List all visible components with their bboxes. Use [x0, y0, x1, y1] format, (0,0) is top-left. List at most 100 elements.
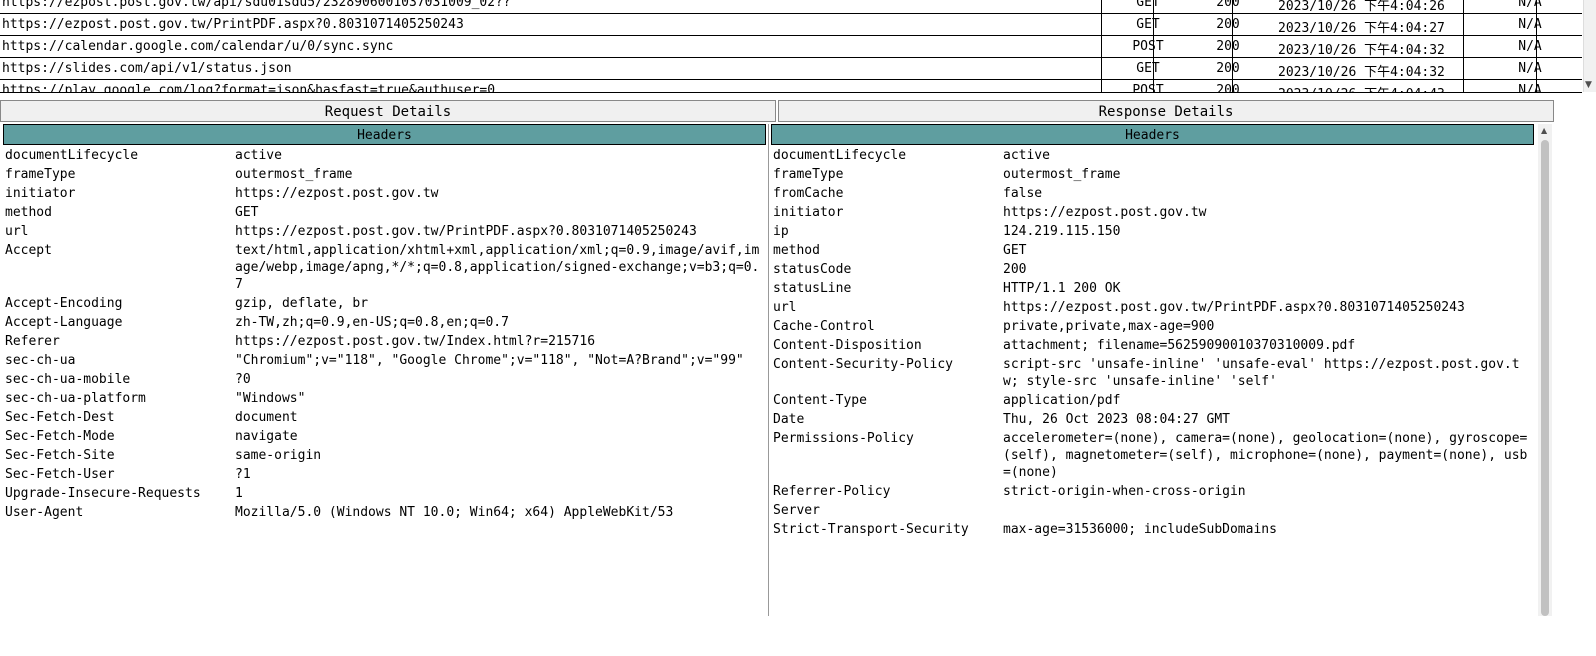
header-value: same-origin: [235, 448, 322, 463]
request-header-row: sec-ch-ua "Chromium";v="118", "Google Chr…: [3, 350, 766, 369]
request-header-row: Upgrade-Insecure-Requests 1: [3, 483, 766, 502]
header-value: ?1: [235, 467, 251, 482]
request-method: POST: [1132, 83, 1164, 93]
request-time: 2023/10/26 下午4:04:27: [1278, 21, 1445, 36]
response-details-panel: Headers documentLifecycle active frameType…: [771, 124, 1534, 616]
header-name: User-Agent: [5, 505, 84, 520]
header-value: "Windows": [235, 391, 306, 406]
request-header-row: method GET: [3, 202, 766, 221]
header-name: Upgrade-Insecure-Requests: [5, 486, 201, 501]
header-value: attachment; filename=5625909001037031000…: [1003, 338, 1356, 353]
header-name: Referrer-Policy: [773, 484, 891, 499]
request-header-row: Accept text/html,application/xhtml+xml,ap…: [3, 240, 766, 293]
request-row[interactable]: https://ezpost.post.gov.tw/api/sdu01sdu5…: [0, 0, 1582, 14]
header-name: documentLifecycle: [773, 148, 907, 163]
header-name: sec-ch-ua-mobile: [5, 372, 131, 387]
header-name: Server: [773, 503, 820, 518]
request-header-row: sec-ch-ua-platform "Windows": [3, 388, 766, 407]
request-list: https://ezpost.post.gov.tw/api/sdu01sdu5…: [0, 0, 1582, 93]
panel-divider: [768, 124, 769, 616]
response-header-row: initiator https://ezpost.post.gov.tw: [771, 202, 1534, 221]
response-header-row: url https://ezpost.post.gov.tw/PrintPDF.a…: [771, 297, 1534, 316]
header-name: statusLine: [773, 281, 852, 296]
request-header-row: Sec-Fetch-Mode navigate: [3, 426, 766, 445]
response-header-row: documentLifecycle active: [771, 145, 1534, 164]
request-row[interactable]: https://slides.com/api/v1/status.json GET…: [0, 58, 1582, 80]
response-header-row: frameType outermost_frame: [771, 164, 1534, 183]
request-time: 2023/10/26 下午4:04:43: [1278, 83, 1488, 92]
response-header-row: fromCache false: [771, 183, 1534, 202]
request-header-row: frameType outermost_frame: [3, 164, 766, 183]
header-value: accelerometer=(none), camera=(none), geo…: [1003, 431, 1528, 480]
header-name: url: [773, 300, 797, 315]
response-headers-list: documentLifecycle active frameType outermos…: [771, 145, 1534, 538]
request-status: 200: [1216, 0, 1240, 10]
response-header-row: Content-Disposition attachment; filename=…: [771, 335, 1534, 354]
response-header-row: Cache-Control private,private,max-age=900: [771, 316, 1534, 335]
request-headers-section-header: Headers: [3, 124, 766, 145]
scroll-down-arrow-icon[interactable]: ▼: [1585, 80, 1592, 90]
column-divider: [1101, 0, 1102, 92]
header-value: outermost_frame: [235, 167, 353, 182]
request-header-row: initiator https://ezpost.post.gov.tw: [3, 183, 766, 202]
header-value: https://ezpost.post.gov.tw: [1003, 205, 1207, 220]
header-value: GET: [1003, 243, 1027, 258]
header-value: false: [1003, 186, 1043, 201]
request-status: 200: [1216, 61, 1240, 76]
response-header-row: Content-Security-Policy script-src 'unsaf…: [771, 354, 1534, 390]
request-time: 2023/10/26 下午4:04:32: [1278, 43, 1445, 58]
details-scrollbar[interactable]: ▲: [1538, 124, 1552, 616]
header-name: method: [773, 243, 820, 258]
header-value: GET: [235, 205, 259, 220]
header-name: ip: [773, 224, 789, 239]
request-row[interactable]: https://play.google.com/log?format=json&…: [0, 80, 1582, 93]
response-header-row: Permissions-Policy accelerometer=(none), …: [771, 428, 1534, 481]
request-url: https://play.google.com/log?format=json&…: [2, 83, 496, 93]
header-name: Sec-Fetch-Site: [5, 448, 115, 463]
request-size: N/A: [1518, 61, 1542, 76]
request-row[interactable]: https://ezpost.post.gov.tw/PrintPDF.aspx…: [0, 14, 1582, 36]
header-value: text/html,application/xhtml+xml,applicat…: [235, 243, 760, 292]
response-header-row: Server: [771, 500, 1534, 519]
header-value: 124.219.115.150: [1003, 224, 1121, 239]
header-value: https://ezpost.post.gov.tw: [235, 186, 439, 201]
header-name: fromCache: [773, 186, 844, 201]
header-value: Mozilla/5.0 (Windows NT 10.0; Win64; x64…: [235, 505, 674, 520]
request-size: N/A: [1518, 17, 1542, 32]
header-name: Accept: [5, 243, 52, 258]
header-value: private,private,max-age=900: [1003, 319, 1215, 334]
scrollbar-thumb[interactable]: [1541, 140, 1549, 616]
request-url: https://calendar.google.com/calendar/u/0…: [2, 39, 394, 54]
request-method: GET: [1136, 17, 1160, 32]
scroll-up-arrow-icon[interactable]: ▲: [1541, 126, 1547, 135]
header-name: Content-Disposition: [773, 338, 922, 353]
header-value: HTTP/1.1 200 OK: [1003, 281, 1121, 296]
header-name: Referer: [5, 334, 60, 349]
request-header-row: Sec-Fetch-Dest document: [3, 407, 766, 426]
header-value: application/pdf: [1003, 393, 1121, 408]
header-value: document: [235, 410, 298, 425]
header-name: Date: [773, 412, 805, 427]
header-value: 200: [1003, 262, 1027, 277]
request-row[interactable]: https://calendar.google.com/calendar/u/0…: [0, 36, 1582, 58]
header-name: initiator: [773, 205, 844, 220]
header-value: https://ezpost.post.gov.tw/PrintPDF.aspx…: [1003, 300, 1465, 315]
response-header-row: statusLine HTTP/1.1 200 OK: [771, 278, 1534, 297]
header-name: Permissions-Policy: [773, 431, 914, 446]
response-header-row: Content-Type application/pdf: [771, 390, 1534, 409]
header-name: frameType: [5, 167, 76, 182]
header-name: Sec-Fetch-User: [5, 467, 115, 482]
header-value: strict-origin-when-cross-origin: [1003, 484, 1246, 499]
header-value: max-age=31536000; includeSubDomains: [1003, 522, 1277, 537]
header-value: active: [1003, 148, 1050, 163]
request-url: https://ezpost.post.gov.tw/api/sdu01sdu5…: [2, 0, 511, 10]
response-header-row: Referrer-Policy strict-origin-when-cross-…: [771, 481, 1534, 500]
header-value: https://ezpost.post.gov.tw/PrintPDF.aspx…: [235, 224, 697, 239]
response-header-row: ip 124.219.115.150: [771, 221, 1534, 240]
request-list-scrollbar[interactable]: ▼: [1583, 0, 1596, 92]
header-value: navigate: [235, 429, 298, 444]
header-value: script-src 'unsafe-inline' 'unsafe-eval'…: [1003, 357, 1520, 389]
request-status: 200: [1216, 17, 1240, 32]
request-time: 2023/10/26 下午4:04:32: [1278, 65, 1445, 80]
column-divider: [1153, 0, 1154, 92]
